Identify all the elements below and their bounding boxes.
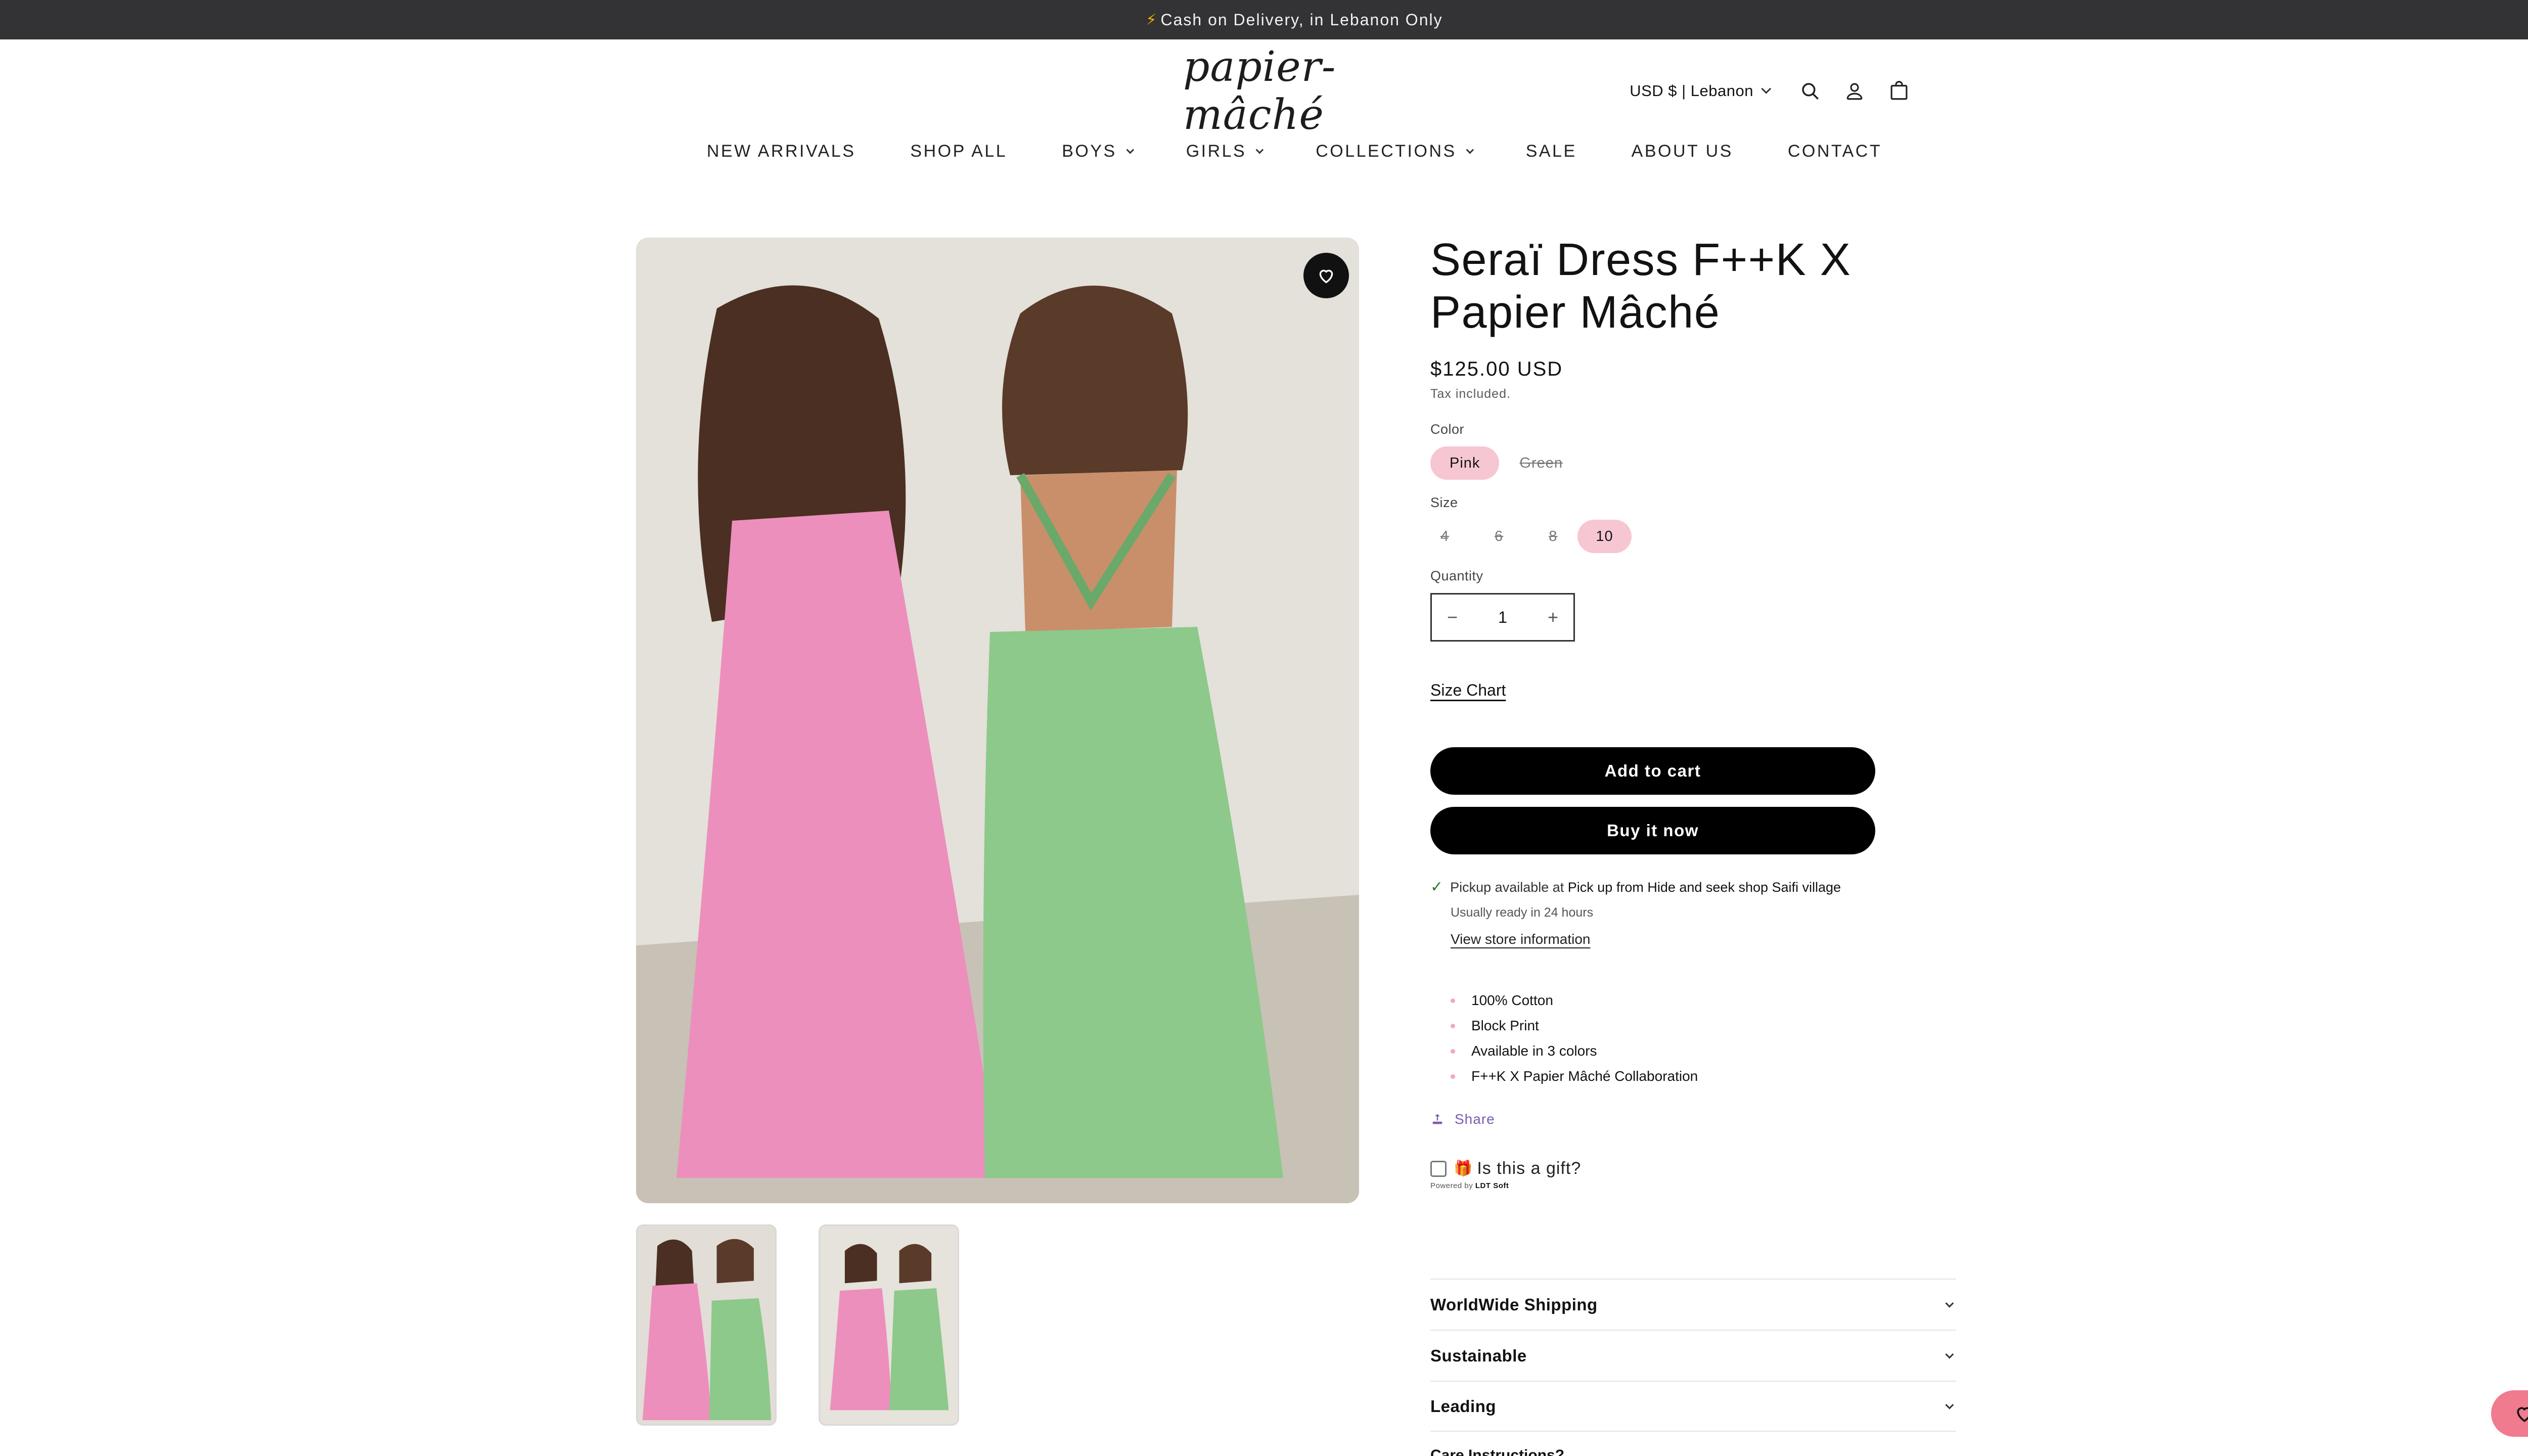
accordion-sustainable[interactable]: Sustainable: [1430, 1330, 1956, 1381]
nav-new-arrivals[interactable]: NEW ARRIVALS: [680, 142, 883, 161]
bullet-dot: [1451, 998, 1455, 1003]
chevron-down-icon: [1126, 146, 1134, 154]
pickup-prefix: Pickup available at: [1450, 880, 1568, 895]
size-option-10[interactable]: 10: [1577, 520, 1632, 553]
powered-by-note: Powered by LDT Soft: [1430, 1181, 1956, 1190]
size-option-8[interactable]: 8: [1539, 520, 1567, 553]
nav-boys[interactable]: BOYS: [1034, 142, 1158, 161]
feature-text: 100% Cotton: [1471, 992, 1553, 1008]
color-label: Color: [1430, 422, 1465, 437]
product-main-image[interactable]: [636, 238, 1359, 1203]
bullet-dot: [1451, 1023, 1455, 1028]
product-thumbnail-2[interactable]: [819, 1224, 959, 1426]
chevron-down-icon: [1945, 1400, 1954, 1409]
accordion-partial-title[interactable]: Care Instructions?: [1430, 1447, 1564, 1456]
accordion-title: Sustainable: [1430, 1346, 1527, 1365]
color-option-pink[interactable]: Pink: [1430, 446, 1500, 480]
share-icon: [1432, 1114, 1442, 1124]
color-options: Pink Green: [1430, 446, 1956, 480]
chevron-down-icon: [1945, 1350, 1954, 1359]
feature-text: Available in 3 colors: [1471, 1043, 1597, 1059]
announcement-text: Cash on Delivery, in Lebanon Only: [1160, 10, 1443, 29]
nav-label: NEW ARRIVALS: [706, 142, 856, 161]
accordion-leading[interactable]: Leading: [1430, 1381, 1956, 1432]
bullet-dot: [1451, 1049, 1455, 1054]
size-label: Size: [1430, 495, 1458, 510]
color-option-green[interactable]: Green: [1509, 446, 1573, 480]
quantity-increase-button[interactable]: +: [1548, 607, 1558, 628]
powered-brand: LDT Soft: [1475, 1181, 1509, 1190]
nav-label: SALE: [1525, 142, 1577, 161]
chevron-down-icon: [1945, 1299, 1954, 1308]
list-item: F++K X Papier Mâché Collaboration: [1451, 1064, 1956, 1089]
size-option-4[interactable]: 4: [1430, 520, 1459, 553]
bullet-dot: [1451, 1074, 1455, 1079]
nav-contact[interactable]: CONTACT: [1760, 142, 1909, 161]
list-item: Available in 3 colors: [1451, 1038, 1956, 1064]
product-price: $125.00 USD: [1430, 358, 1563, 380]
search-icon[interactable]: [1788, 75, 1832, 107]
size-chart-link[interactable]: Size Chart: [1430, 681, 1956, 700]
pickup-text: Pickup available at Pick up from Hide an…: [1450, 880, 1841, 895]
gift-icon: 🎁: [1454, 1160, 1473, 1177]
nav-label: GIRLS: [1186, 142, 1247, 161]
tax-note: Tax included.: [1430, 387, 1511, 401]
heart-icon: [2517, 1407, 2528, 1422]
checkmark-icon: ✓: [1430, 879, 1443, 895]
floating-wishlist-button[interactable]: [2491, 1390, 2528, 1437]
product-title: Seraï Dress F++K X Papier Mâché: [1430, 235, 1852, 338]
feature-text: F++K X Papier Mâché Collaboration: [1471, 1068, 1698, 1084]
size-options: 4 6 8 10: [1430, 520, 1956, 553]
nav-girls[interactable]: GIRLS: [1159, 142, 1289, 161]
currency-selector[interactable]: USD $ | Lebanon: [1630, 82, 1772, 100]
nav-label: BOYS: [1062, 142, 1117, 161]
quantity-decrease-button[interactable]: −: [1447, 607, 1458, 628]
accordion-title: Leading: [1430, 1396, 1497, 1416]
announcement-bar: ⚡ Cash on Delivery, in Lebanon Only: [0, 0, 2528, 39]
powered-prefix: Powered by: [1430, 1181, 1475, 1190]
nav-label: CONTACT: [1787, 142, 1882, 161]
header-tools: USD $ | Lebanon: [1630, 75, 1921, 107]
account-icon[interactable]: [1832, 75, 1877, 107]
product-info: Seraï Dress F++K X Papier Mâché $125.00 …: [1430, 234, 1956, 1190]
quantity-input[interactable]: 1: [1498, 608, 1507, 627]
gift-checkbox[interactable]: [1430, 1160, 1447, 1177]
pickup-ready-note: Usually ready in 24 hours: [1451, 905, 1594, 920]
buy-now-button[interactable]: Buy it now: [1430, 807, 1875, 854]
nav-shop-all[interactable]: SHOP ALL: [883, 142, 1034, 161]
nav-collections[interactable]: COLLECTIONS: [1288, 142, 1498, 161]
nav-label: COLLECTIONS: [1316, 142, 1457, 161]
accordion-worldwide-shipping[interactable]: WorldWide Shipping: [1430, 1279, 1956, 1330]
chevron-down-icon: [1466, 146, 1474, 154]
nav-about-us[interactable]: ABOUT US: [1604, 142, 1760, 161]
pickup-location: Pick up from Hide and seek shop Saifi vi…: [1567, 880, 1841, 895]
view-store-information-link[interactable]: View store information: [1451, 931, 1591, 947]
main-nav: NEW ARRIVALS SHOP ALL BOYS GIRLS COLLECT…: [0, 142, 2528, 161]
accordion-title: WorldWide Shipping: [1430, 1295, 1598, 1314]
list-item: Block Print: [1451, 1013, 1956, 1038]
chevron-down-icon: [1255, 146, 1264, 154]
wishlist-heart-button[interactable]: [1303, 253, 1349, 298]
product-thumbnail-1[interactable]: [636, 1224, 777, 1426]
quantity-label: Quantity: [1430, 568, 1483, 583]
gift-label: Is this a gift?: [1477, 1159, 1582, 1178]
feature-text: Block Print: [1471, 1018, 1539, 1033]
currency-label: USD $ | Lebanon: [1630, 82, 1753, 100]
list-item: 100% Cotton: [1451, 988, 1956, 1013]
size-option-6[interactable]: 6: [1484, 520, 1513, 553]
add-to-cart-button[interactable]: Add to cart: [1430, 747, 1875, 795]
share-label: Share: [1455, 1111, 1495, 1127]
quantity-stepper: − 1 +: [1430, 593, 1575, 642]
lightning-icon: ⚡: [1146, 11, 1158, 28]
feature-list: 100% Cotton Block Print Available in 3 c…: [1451, 988, 1956, 1089]
nav-sale[interactable]: SALE: [1499, 142, 1604, 161]
share-button[interactable]: Share: [1430, 1111, 1956, 1127]
cart-icon[interactable]: [1877, 75, 1921, 107]
pickup-availability: ✓ Pickup available at Pick up from Hide …: [1430, 880, 1956, 895]
nav-label: ABOUT US: [1631, 142, 1733, 161]
gift-option[interactable]: 🎁 Is this a gift?: [1430, 1159, 1956, 1178]
nav-label: SHOP ALL: [910, 142, 1008, 161]
store-logo[interactable]: papier-mâché: [1183, 43, 1406, 139]
chevron-down-icon: [1761, 83, 1772, 94]
